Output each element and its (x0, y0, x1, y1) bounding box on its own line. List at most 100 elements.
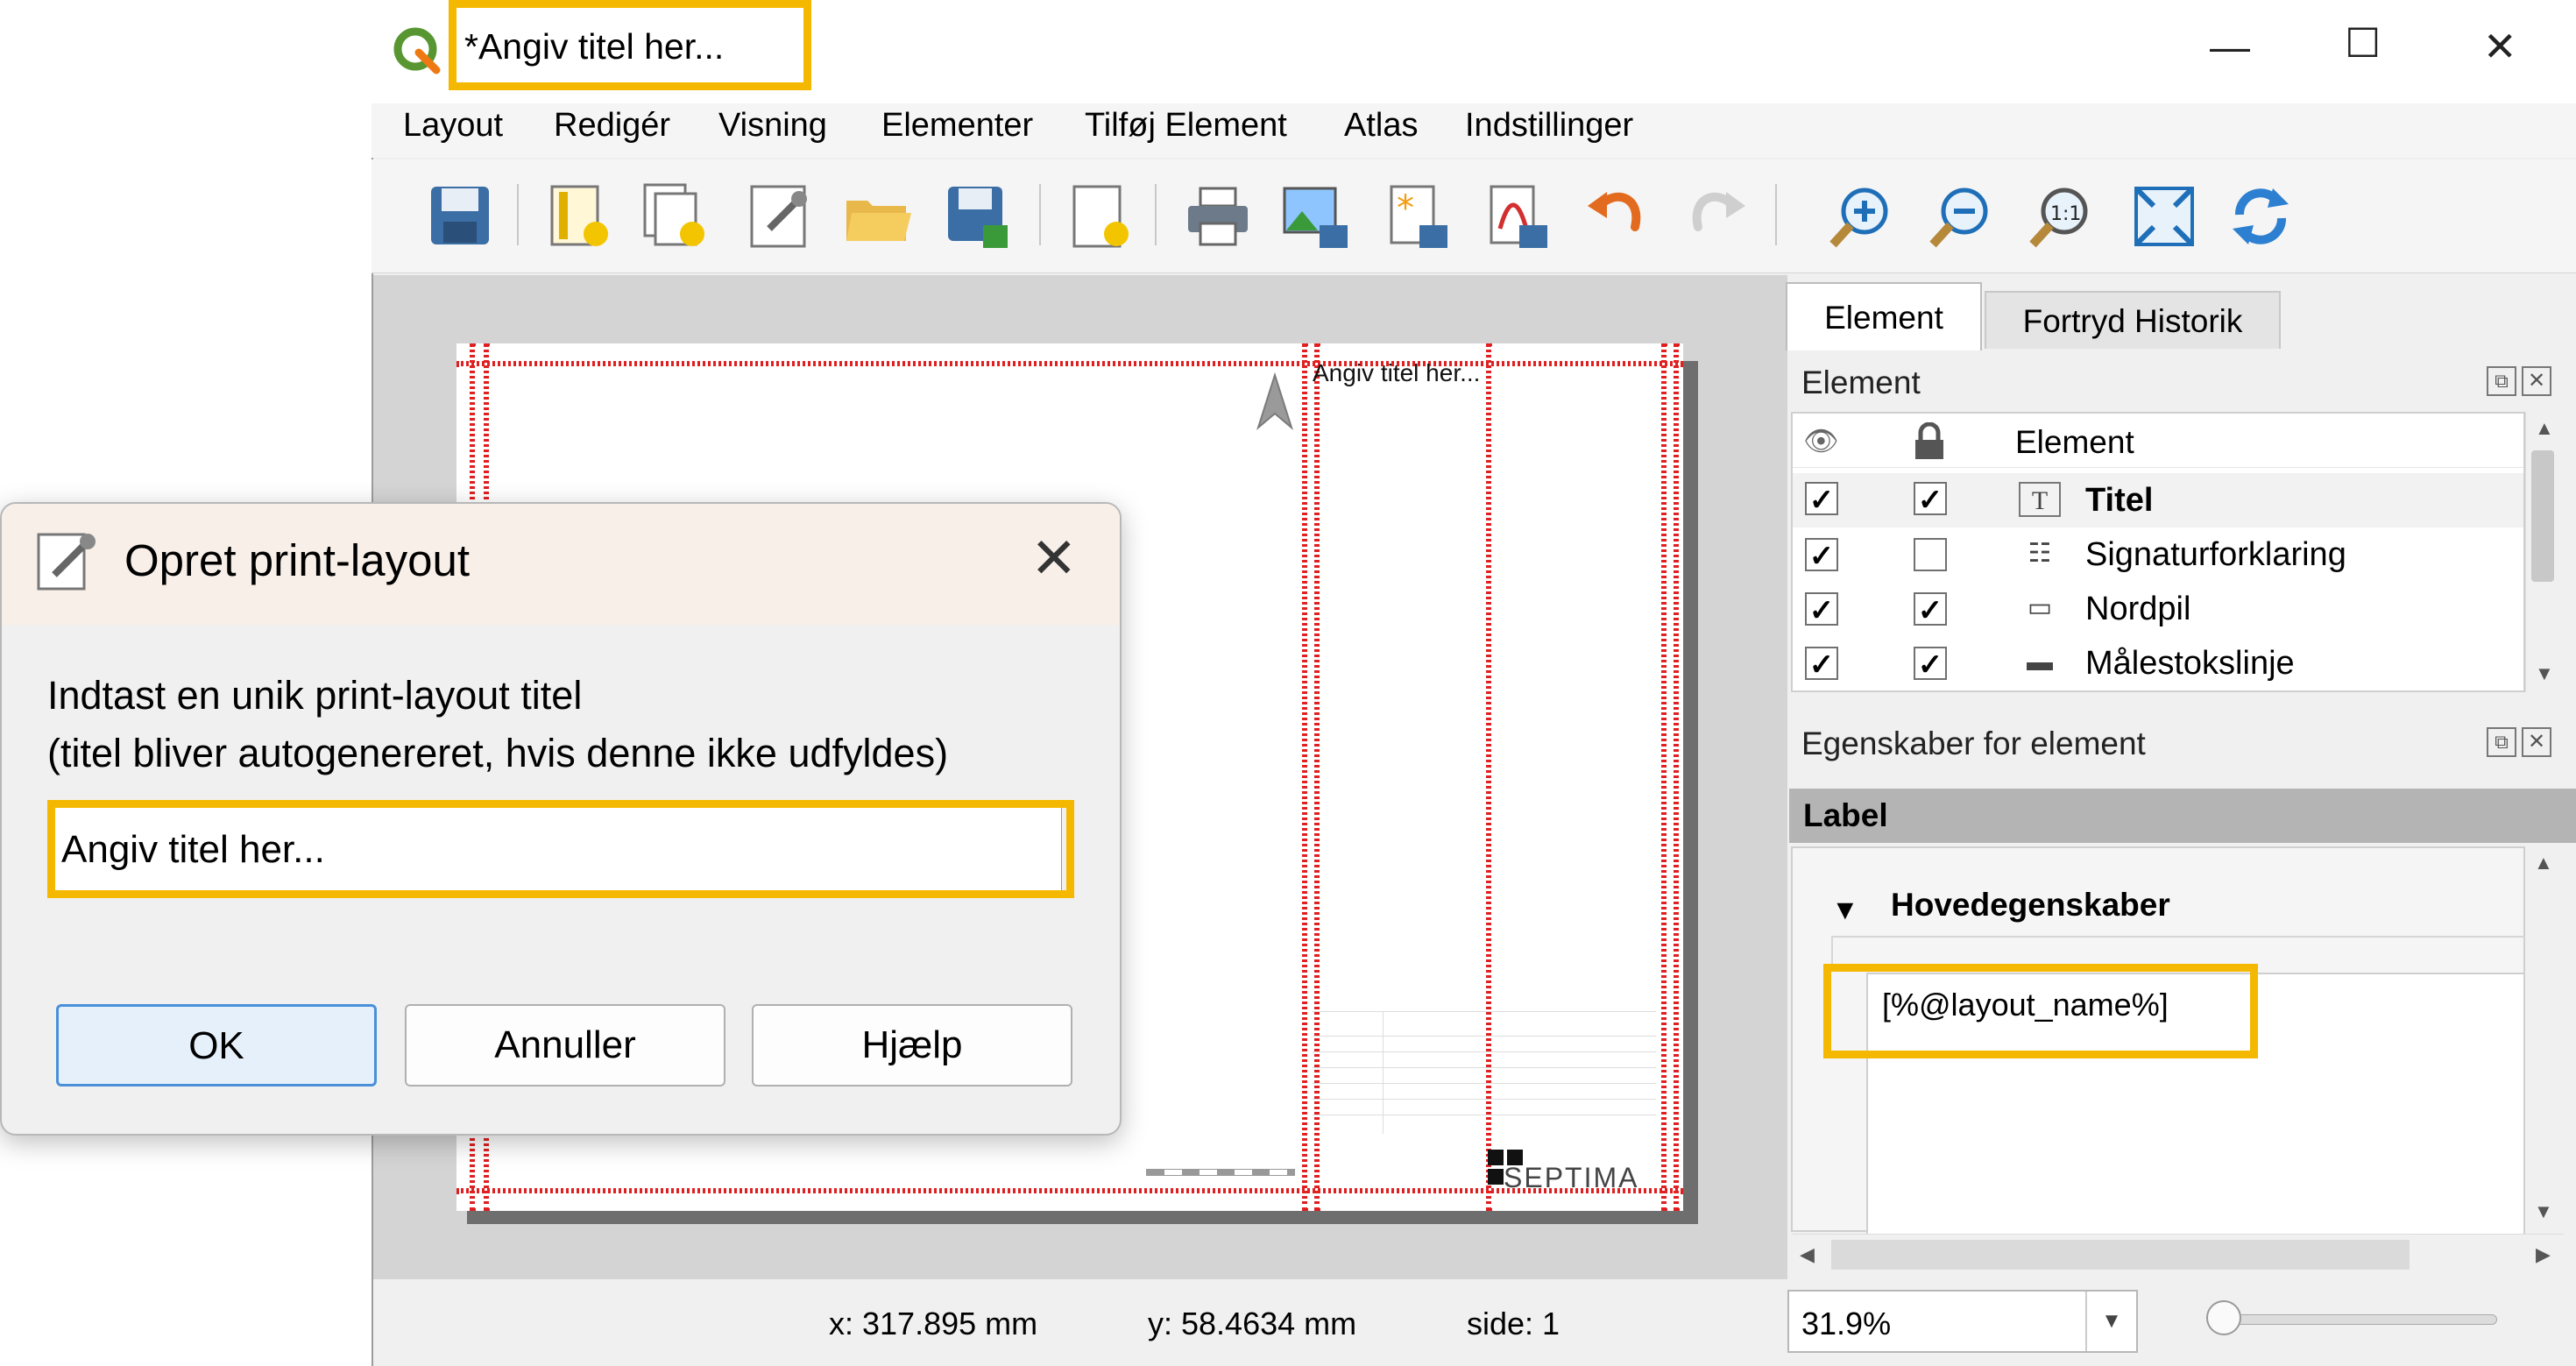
scroll-up-icon[interactable]: ▲ (2535, 417, 2554, 440)
menu-elementer[interactable]: Elementer (881, 107, 1033, 145)
list-item-label: Målestokslinje (2085, 645, 2295, 682)
visibility-checkbox[interactable]: ✓ (1805, 592, 1838, 627)
minimize-button[interactable]: — (2210, 23, 2250, 70)
list-item[interactable] (1793, 473, 2523, 527)
lock-checkbox[interactable] (1914, 538, 1947, 571)
guide-line (456, 1188, 1683, 1193)
zoom-slider[interactable] (2208, 1314, 2497, 1325)
scroll-up-icon[interactable]: ▲ (2534, 852, 2553, 874)
collapse-triangle-icon[interactable]: ▼ (1831, 894, 1859, 926)
scroll-thumb[interactable] (1831, 1240, 2410, 1270)
dialog-title: Opret print-layout (124, 535, 471, 585)
zoom-full-icon[interactable] (2127, 180, 2201, 253)
tab-undo-history[interactable]: Fortryd Historik (1985, 291, 2281, 349)
menu-indstillinger[interactable]: Indstillinger (1465, 107, 1633, 145)
menu-layout[interactable]: Layout (403, 107, 503, 145)
menu-atlas[interactable]: Atlas (1344, 107, 1418, 145)
zoom-in-icon[interactable] (1824, 180, 1898, 253)
new-layout-icon[interactable] (543, 180, 617, 253)
picture-icon: ▭ (2027, 593, 2053, 622)
duplicate-layout-icon[interactable] (640, 180, 713, 253)
element-section-title: Element (1801, 365, 1921, 400)
visibility-checkbox[interactable]: ✓ (1805, 647, 1838, 682)
list-header (1793, 414, 2523, 468)
toolbar-separator (1775, 184, 1777, 245)
refresh-icon[interactable] (2224, 180, 2297, 253)
save-layout-icon[interactable] (424, 180, 498, 253)
zoom-out-icon[interactable] (1924, 180, 1998, 253)
group-title[interactable]: Hovedegenskaber (1891, 887, 2170, 924)
float-panel-icon[interactable]: ⧉ (2487, 727, 2516, 757)
help-button[interactable]: Hjælp (752, 1004, 1072, 1086)
lock-checkbox[interactable]: ✓ (1914, 592, 1947, 627)
zoom-actual-icon[interactable]: 1:1 (2024, 180, 2098, 253)
undo-icon[interactable] (1581, 180, 1654, 253)
scroll-down-icon[interactable]: ▼ (2535, 662, 2554, 685)
visibility-checkbox[interactable]: ✓ (1805, 538, 1838, 573)
menu-rediger[interactable]: Redigér (554, 107, 670, 145)
export-image-icon[interactable] (1279, 180, 1353, 253)
guide-line (1661, 343, 1667, 1211)
add-pages-icon[interactable] (1064, 180, 1137, 253)
list-column-header: Element (2015, 424, 2134, 460)
menu-visning[interactable]: Visning (718, 107, 827, 145)
redo-icon[interactable] (1679, 180, 1752, 253)
layout-dialog-icon (37, 533, 96, 591)
cancel-button[interactable]: Annuller (405, 1004, 725, 1086)
close-button[interactable]: ✕ (2483, 23, 2517, 70)
chevron-down-icon[interactable]: ▼ (2085, 1292, 2136, 1351)
dialog-prompt: Indtast en unik print-layout titel (47, 673, 583, 718)
info-table[interactable] (1313, 1011, 1656, 1134)
scroll-thumb[interactable] (2531, 450, 2554, 582)
label-header: Label (1789, 789, 2576, 843)
cursor-y: y: 58.4634 mm (1148, 1306, 1357, 1341)
page-title-label[interactable]: Angiv titel her... (1313, 359, 1480, 387)
qgis-logo-icon (393, 27, 441, 74)
maximize-button[interactable]: ☐ (2345, 19, 2381, 67)
menu-tilfoej-element[interactable]: Tilføj Element (1085, 107, 1287, 145)
statusbar (373, 1281, 1787, 1366)
text-label-icon: T (2019, 482, 2061, 517)
cursor-x: x: 317.895 mm (829, 1306, 1038, 1341)
list-item-label: Signaturforklaring (2085, 536, 2346, 573)
export-svg-icon[interactable]: * (1379, 180, 1453, 253)
open-folder-icon[interactable] (841, 180, 915, 253)
zoom-slider-handle[interactable] (2206, 1300, 2241, 1335)
lock-checkbox[interactable]: ✓ (1914, 647, 1947, 682)
props-scrollbar[interactable]: ▲ ▼ (2525, 846, 2558, 1232)
save-as-template-icon[interactable] (941, 180, 1015, 253)
toolbar-separator (1039, 184, 1041, 245)
svg-text:*: * (1397, 188, 1414, 229)
scalebar[interactable] (1146, 1169, 1295, 1176)
guide-line (456, 361, 1683, 366)
zoom-value[interactable]: 31.9% (1801, 1306, 1891, 1342)
lock-checkbox[interactable]: ✓ (1914, 482, 1947, 517)
print-icon[interactable] (1181, 180, 1255, 253)
scroll-left-icon[interactable]: ◀ (1800, 1243, 1815, 1266)
close-panel-icon[interactable]: ✕ (2522, 727, 2551, 757)
page-number: side: 1 (1467, 1306, 1560, 1341)
props-hscrollbar[interactable]: ◀ ▶ (1793, 1234, 2564, 1276)
toolbar-separator (517, 184, 519, 245)
dialog-close-icon[interactable]: ✕ (1030, 526, 1078, 591)
props-section-title: Egenskaber for element (1801, 725, 2146, 761)
export-pdf-icon[interactable] (1479, 180, 1553, 253)
layout-manager-icon[interactable] (743, 180, 817, 253)
north-arrow-icon[interactable] (1253, 372, 1297, 433)
list-scrollbar[interactable]: ▲ ▼ (2525, 412, 2558, 692)
scroll-right-icon[interactable]: ▶ (2536, 1243, 2551, 1266)
visibility-eye-icon: 👁 (1803, 425, 1839, 457)
list-item-label: Titel (2085, 482, 2154, 519)
tab-element[interactable]: Element (1786, 282, 1982, 350)
scroll-down-icon[interactable]: ▼ (2534, 1200, 2553, 1223)
toolbar-separator (1155, 184, 1157, 245)
float-panel-icon[interactable]: ⧉ (2487, 366, 2516, 396)
visibility-checkbox[interactable]: ✓ (1805, 482, 1838, 517)
input-highlight (47, 800, 1074, 898)
close-panel-icon[interactable]: ✕ (2522, 366, 2551, 396)
lock-icon (1915, 422, 1943, 459)
ok-button[interactable]: OK (56, 1004, 377, 1086)
scalebar-icon: ▬ (2027, 648, 2053, 676)
title-highlight (449, 0, 811, 90)
expression-highlight (1823, 964, 2258, 1058)
